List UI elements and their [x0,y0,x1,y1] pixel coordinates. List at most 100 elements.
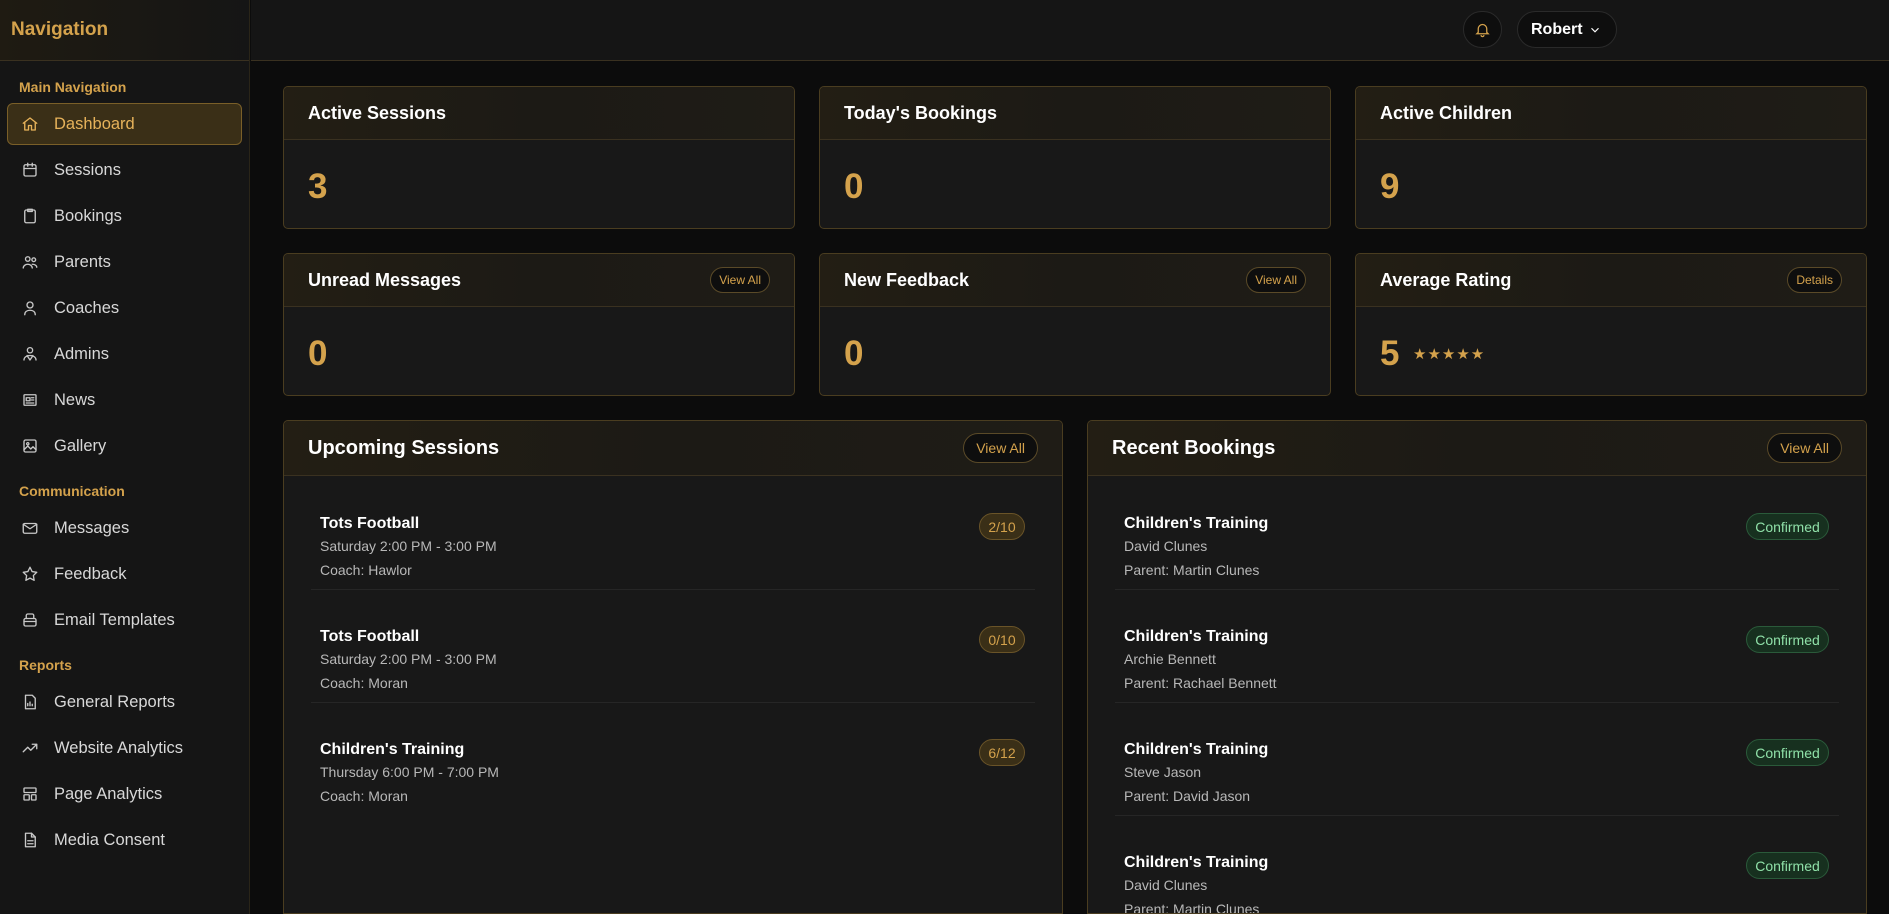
booking-parent: Parent: Martin Clunes [1124,901,1260,914]
sidebar-item-label: Parents [54,252,111,271]
stat-card-new-feedback: New Feedback View All 0 [819,253,1331,396]
view-all-feedback-button[interactable]: View All [1246,267,1306,293]
calendar-icon [20,160,40,180]
sidebar-item-media-consent[interactable]: Media Consent [7,819,242,861]
card-title: Unread Messages [308,269,462,290]
panel-title: Recent Bookings [1112,436,1276,459]
status-badge: Confirmed [1746,739,1829,766]
stat-value: 0 [308,334,328,373]
sidebar-header: Navigation [0,0,249,61]
view-all-bookings-button[interactable]: View All [1767,433,1842,463]
report-icon [20,692,40,712]
sidebar-item-label: Feedback [54,564,127,583]
sidebar-item-label: Coaches [54,298,120,317]
layout-icon [20,784,40,804]
stat-value: 0 [844,167,864,206]
recent-bookings-panel: Recent Bookings View All Children's Trai… [1087,420,1867,914]
sidebar-item-gallery[interactable]: Gallery [7,425,242,467]
sidebar: Navigation Main Navigation Dashboard Ses… [0,0,250,914]
rating-details-button[interactable]: Details [1787,267,1842,293]
stat-value: 0 [844,334,864,373]
stat-card-todays-bookings: Today's Bookings 0 [819,86,1331,229]
sidebar-item-label: Dashboard [54,114,135,133]
card-title: Average Rating [1380,269,1512,290]
mail-icon [20,518,40,538]
sidebar-item-label: Website Analytics [54,738,184,757]
sidebar-item-feedback[interactable]: Feedback [7,553,242,595]
section-label-main-navigation: Main Navigation [19,79,127,95]
session-row[interactable]: Tots Football Saturday 2:00 PM - 3:00 PM… [311,590,1035,703]
sidebar-item-label: Admins [54,344,110,363]
sidebar-item-dashboard[interactable]: Dashboard [7,103,242,145]
sidebar-item-label: News [54,390,96,409]
topbar: Robert [251,0,1889,61]
card-title: New Feedback [844,269,970,290]
card-title: Today's Bookings [844,102,997,123]
session-row[interactable]: Children's Training Thursday 6:00 PM - 7… [311,703,1035,816]
stat-card-active-sessions: Active Sessions 3 [283,86,795,229]
sidebar-item-website-analytics[interactable]: Website Analytics [7,727,242,769]
sidebar-item-bookings[interactable]: Bookings [7,195,242,237]
sidebar-item-parents[interactable]: Parents [7,241,242,283]
sidebar-item-email-templates[interactable]: Email Templates [7,599,242,641]
sidebar-item-sessions[interactable]: Sessions [7,149,242,191]
sidebar-item-label: General Reports [54,692,176,711]
stat-value: 9 [1380,167,1400,206]
sidebar-item-label: Media Consent [54,830,165,849]
session-time: Thursday 6:00 PM - 7:00 PM [320,764,499,780]
booking-row[interactable]: Children's Training David Clunes Parent:… [1115,477,1839,590]
stat-value: 5 [1380,334,1400,373]
view-all-sessions-button[interactable]: View All [963,433,1038,463]
sidebar-item-news[interactable]: News [7,379,242,421]
session-row[interactable]: Tots Football Saturday 2:00 PM - 3:00 PM… [311,477,1035,590]
card-title: Active Sessions [308,102,447,123]
sidebar-item-label: Bookings [54,206,122,225]
sidebar-item-label: Messages [54,518,130,537]
image-icon [20,436,40,456]
clipboard-icon [20,206,40,226]
status-badge: Confirmed [1746,852,1829,879]
home-icon [20,114,40,134]
session-time: Saturday 2:00 PM - 3:00 PM [320,538,497,554]
booking-child: Archie Bennett [1124,651,1216,667]
sidebar-title: Navigation [11,19,109,40]
session-title: Children's Training [320,741,465,758]
stat-card-active-children: Active Children 9 [1355,86,1867,229]
bell-icon [1475,23,1490,38]
booking-row[interactable]: Children's Training Archie Bennett Paren… [1115,590,1839,703]
upcoming-sessions-panel: Upcoming Sessions View All Tots Football… [283,420,1063,914]
capacity-badge: 0/10 [979,626,1025,653]
status-badge: Confirmed [1746,513,1829,540]
card-header: Active Children [1356,87,1866,140]
booking-row[interactable]: Children's Training David Clunes Parent:… [1115,816,1839,914]
panel-title: Upcoming Sessions [308,436,500,459]
sidebar-item-coaches[interactable]: Coaches [7,287,242,329]
booking-parent: Parent: Martin Clunes [1124,562,1260,578]
panel-header: Upcoming Sessions View All [284,421,1062,476]
card-header: Unread Messages View All [284,254,794,307]
sidebar-item-label: Page Analytics [54,784,163,803]
booking-row[interactable]: Children's Training Steve Jason Parent: … [1115,703,1839,816]
sidebar-item-label: Gallery [54,436,107,455]
stat-card-average-rating: Average Rating Details 5 ★★★★★ [1355,253,1867,396]
user-name: Robert [1531,20,1583,38]
booking-parent: Parent: David Jason [1124,788,1251,804]
booking-title: Children's Training [1124,628,1269,645]
card-header: Today's Bookings [820,87,1330,140]
sidebar-item-label: Sessions [54,160,121,179]
user-menu-button[interactable]: Robert [1517,11,1617,48]
sidebar-item-messages[interactable]: Messages [7,507,242,549]
sidebar-item-page-analytics[interactable]: Page Analytics [7,773,242,815]
panel-header: Recent Bookings View All [1088,421,1866,476]
status-badge: Confirmed [1746,626,1829,653]
sidebar-item-general-reports[interactable]: General Reports [7,681,242,723]
stat-card-unread-messages: Unread Messages View All 0 [283,253,795,396]
card-header: Average Rating Details [1356,254,1866,307]
section-label-communication: Communication [19,483,125,499]
section-label-reports: Reports [19,657,72,673]
notifications-button[interactable] [1463,11,1502,48]
sidebar-item-admins[interactable]: Admins [7,333,242,375]
booking-parent: Parent: Rachael Bennett [1124,675,1277,691]
view-all-messages-button[interactable]: View All [710,267,770,293]
star-icon [20,564,40,584]
